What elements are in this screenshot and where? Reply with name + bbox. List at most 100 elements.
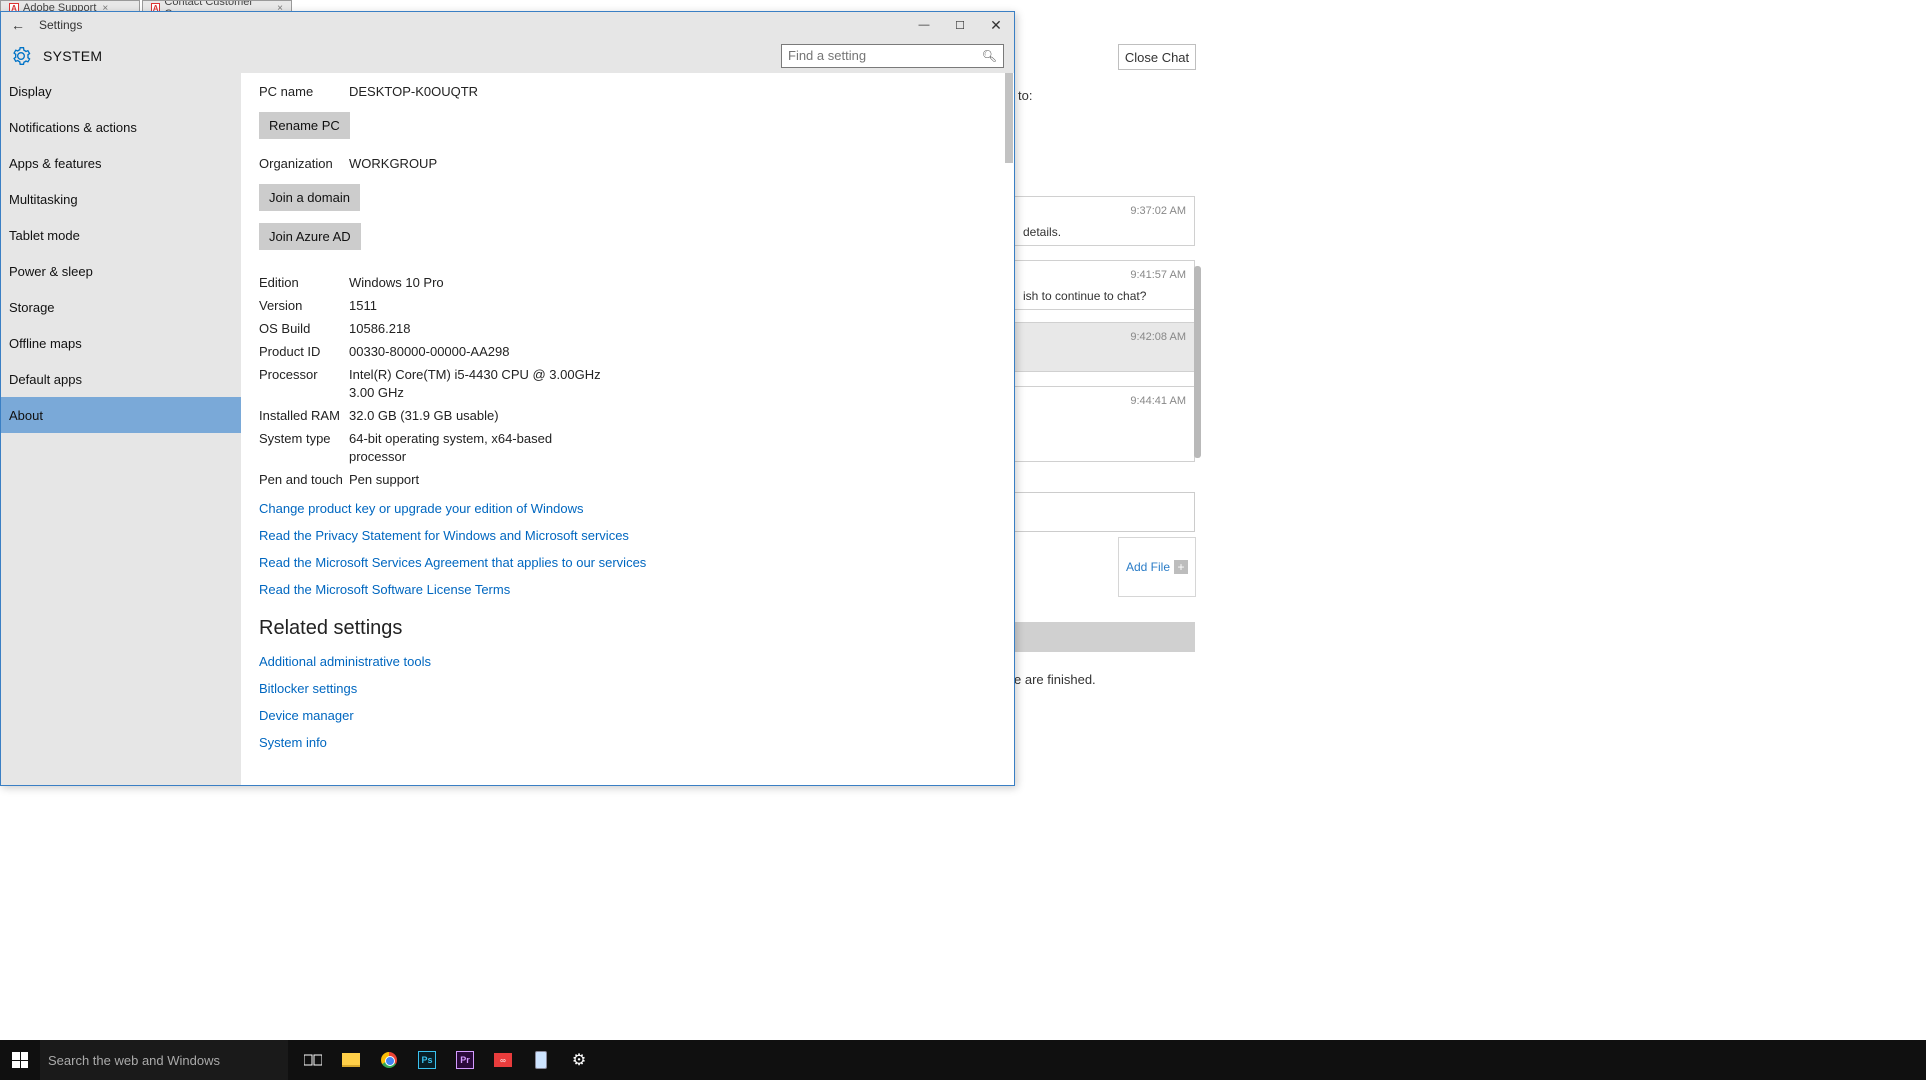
chat-text-fragment: to:: [1018, 88, 1032, 103]
sidebar-item-storage[interactable]: Storage: [1, 289, 241, 325]
info-value: Intel(R) Core(TM) i5-4430 CPU @ 3.00GHz …: [349, 366, 609, 402]
windows-logo-icon: [12, 1052, 28, 1068]
sidebar-item-tablet-mode[interactable]: Tablet mode: [1, 217, 241, 253]
chat-timestamp: 9:42:08 AM: [1023, 331, 1186, 343]
window-title: Settings: [35, 18, 82, 32]
info-key: System type: [259, 430, 349, 466]
gear-icon: [11, 46, 31, 66]
taskbar-app-phone[interactable]: [522, 1040, 560, 1080]
info-value: 1511: [349, 297, 377, 315]
sidebar-item-about[interactable]: About: [1, 397, 241, 433]
sidebar-item-default-apps[interactable]: Default apps: [1, 361, 241, 397]
search-input[interactable]: [788, 48, 982, 63]
sidebar: Display Notifications & actions Apps & f…: [1, 73, 241, 785]
settings-window: ← Settings — ☐ ✕ SYSTEM 🔍︎ Display Notif…: [0, 11, 1015, 786]
taskbar-search[interactable]: Search the web and Windows: [40, 1040, 288, 1080]
chat-input[interactable]: [1014, 492, 1195, 532]
info-key: Pen and touch: [259, 471, 349, 489]
sidebar-item-offline-maps[interactable]: Offline maps: [1, 325, 241, 361]
chat-timestamp: 9:44:41 AM: [1023, 395, 1186, 407]
taskbar-app-settings[interactable]: ⚙︎: [560, 1040, 598, 1080]
info-key: OS Build: [259, 320, 349, 338]
link-device-manager[interactable]: Device manager: [259, 708, 996, 723]
taskbar-app-premiere[interactable]: Pr: [446, 1040, 484, 1080]
task-view-button[interactable]: [294, 1040, 332, 1080]
rename-pc-button[interactable]: Rename PC: [259, 112, 350, 139]
photoshop-icon: Ps: [418, 1051, 436, 1069]
phone-icon: [535, 1051, 547, 1069]
taskbar-app-chrome[interactable]: [370, 1040, 408, 1080]
creative-cloud-icon: ∞: [494, 1053, 512, 1067]
premiere-icon: Pr: [456, 1051, 474, 1069]
info-value: Windows 10 Pro: [349, 274, 444, 292]
join-azure-ad-button[interactable]: Join Azure AD: [259, 223, 361, 250]
back-button[interactable]: ←: [1, 17, 35, 33]
info-value: Pen support: [349, 471, 419, 489]
info-key: Edition: [259, 274, 349, 292]
minimize-button[interactable]: —: [906, 12, 942, 38]
chat-text-fragment: details.: [1023, 225, 1186, 239]
taskbar-app-explorer[interactable]: [332, 1040, 370, 1080]
link-license-terms[interactable]: Read the Microsoft Software License Term…: [259, 582, 996, 597]
header-title: SYSTEM: [43, 48, 102, 64]
header-bar: SYSTEM 🔍︎: [1, 38, 1014, 73]
taskbar-search-placeholder: Search the web and Windows: [48, 1053, 220, 1068]
chat-scrollbar[interactable]: [1194, 266, 1201, 458]
sidebar-item-display[interactable]: Display: [1, 73, 241, 109]
task-view-icon: [304, 1053, 322, 1067]
plus-icon: +: [1174, 560, 1188, 574]
chat-timestamp: 9:41:57 AM: [1023, 269, 1186, 281]
sidebar-item-notifications[interactable]: Notifications & actions: [1, 109, 241, 145]
close-button[interactable]: ✕: [978, 12, 1014, 38]
related-links: Additional administrative tools Bitlocke…: [259, 654, 996, 750]
content-scrollbar[interactable]: [1005, 73, 1013, 163]
organization-value: WORKGROUP: [349, 155, 437, 173]
chat-message: 9:42:08 AM: [1014, 322, 1195, 372]
info-value: 10586.218: [349, 320, 410, 338]
system-info-table: EditionWindows 10 Pro Version1511 OS Bui…: [259, 274, 996, 489]
chat-message: 9:37:02 AM details.: [1014, 196, 1195, 246]
link-system-info[interactable]: System info: [259, 735, 996, 750]
taskbar-app-creative-cloud[interactable]: ∞: [484, 1040, 522, 1080]
chat-panel: Close Chat to: 9:37:02 AM details. 9:41:…: [1014, 44, 1196, 784]
taskbar-app-photoshop[interactable]: Ps: [408, 1040, 446, 1080]
settings-search-box[interactable]: 🔍︎: [781, 44, 1004, 68]
chat-timestamp: 9:37:02 AM: [1023, 205, 1186, 217]
settings-content: ▲ PC name DESKTOP-K0OUQTR Rename PC Orga…: [241, 73, 1014, 785]
add-file-label: Add File: [1126, 560, 1170, 574]
maximize-button[interactable]: ☐: [942, 12, 978, 38]
file-explorer-icon: [342, 1053, 360, 1067]
start-button[interactable]: [0, 1040, 40, 1080]
chat-text-fragment: e are finished.: [1014, 672, 1096, 687]
gear-icon: ⚙︎: [572, 1050, 586, 1070]
info-value: 64-bit operating system, x64-based proce…: [349, 430, 609, 466]
pc-name-value: DESKTOP-K0OUQTR: [349, 83, 478, 101]
info-value: 32.0 GB (31.9 GB usable): [349, 407, 499, 425]
close-chat-button[interactable]: Close Chat: [1118, 44, 1196, 70]
sidebar-item-apps-features[interactable]: Apps & features: [1, 145, 241, 181]
sidebar-item-multitasking[interactable]: Multitasking: [1, 181, 241, 217]
info-key: Version: [259, 297, 349, 315]
chrome-icon: [381, 1052, 397, 1068]
link-privacy-statement[interactable]: Read the Privacy Statement for Windows a…: [259, 528, 996, 543]
related-settings-heading: Related settings: [259, 617, 996, 640]
pc-name-label: PC name: [259, 83, 349, 101]
info-key: Installed RAM: [259, 407, 349, 425]
send-button[interactable]: [1014, 622, 1195, 652]
organization-label: Organization: [259, 155, 349, 173]
info-key: Processor: [259, 366, 349, 402]
link-services-agreement[interactable]: Read the Microsoft Services Agreement th…: [259, 555, 996, 570]
join-domain-button[interactable]: Join a domain: [259, 184, 360, 211]
search-icon: 🔍︎: [982, 49, 997, 63]
info-key: Product ID: [259, 343, 349, 361]
add-file-button[interactable]: Add File +: [1118, 537, 1196, 597]
link-admin-tools[interactable]: Additional administrative tools: [259, 654, 996, 669]
chat-text-fragment: ish to continue to chat?: [1023, 289, 1186, 303]
about-links: Change product key or upgrade your editi…: [259, 501, 996, 597]
link-change-product-key[interactable]: Change product key or upgrade your editi…: [259, 501, 996, 516]
chat-message: 9:41:57 AM ish to continue to chat?: [1014, 260, 1195, 310]
titlebar: ← Settings — ☐ ✕: [1, 12, 1014, 38]
info-value: 00330-80000-00000-AA298: [349, 343, 509, 361]
sidebar-item-power-sleep[interactable]: Power & sleep: [1, 253, 241, 289]
link-bitlocker[interactable]: Bitlocker settings: [259, 681, 996, 696]
